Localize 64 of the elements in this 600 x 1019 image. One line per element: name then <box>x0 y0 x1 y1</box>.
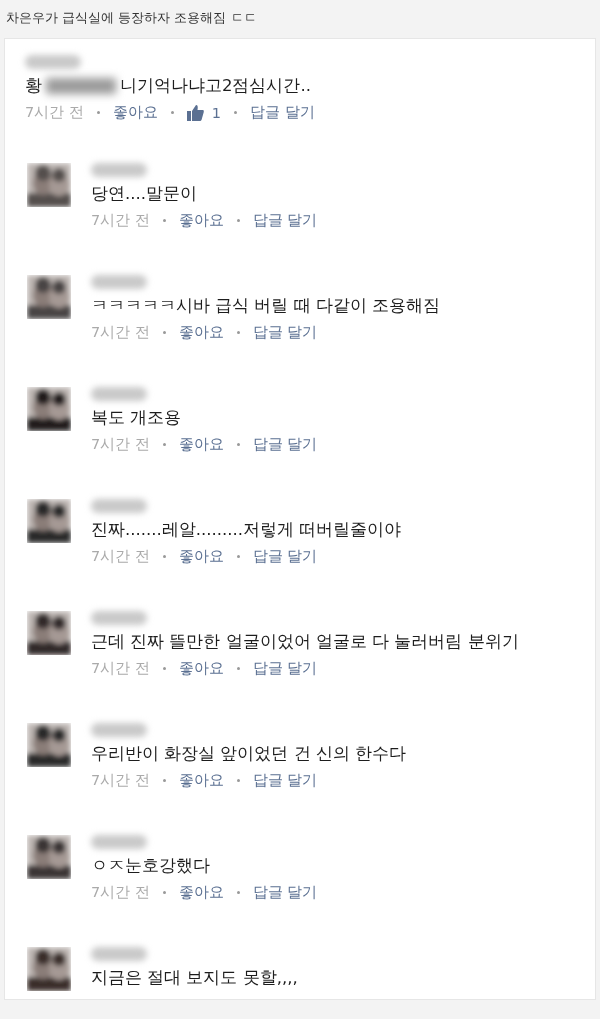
separator-dot <box>236 331 240 334</box>
separator-dot <box>162 667 166 670</box>
separator-dot <box>236 891 240 894</box>
reply-link[interactable]: 답글 달기 <box>252 547 318 566</box>
thumbs-up-icon <box>186 104 204 121</box>
name-blur <box>91 723 147 737</box>
separator-dot <box>236 219 240 222</box>
timestamp: 7시간 전 <box>91 435 150 454</box>
comment-text: 지금은 절대 보지도 못할,,,, <box>91 967 298 989</box>
separator-dot <box>162 219 166 222</box>
like-link[interactable]: 좋아요 <box>178 435 224 454</box>
separator-dot <box>162 555 166 558</box>
comment-text: 복도 개조용 <box>91 407 182 429</box>
comment-text: 우리반이 화장실 앞이었던 건 신의 한수다 <box>91 743 407 765</box>
separator-dot <box>162 331 166 334</box>
like-link[interactable]: 좋아요 <box>178 547 224 566</box>
reply-link[interactable]: 답글 달기 <box>252 435 318 454</box>
name-blur <box>91 611 147 625</box>
name-blur <box>91 275 147 289</box>
comment-text: ㅋㅋㅋㅋㅋ시바 급식 버릴 때 다같이 조용해짐 <box>91 295 441 317</box>
name-blur <box>91 947 147 961</box>
separator-dot <box>236 443 240 446</box>
timestamp: 7시간 전 <box>91 771 150 790</box>
post-title: 차은우가 급식실에 등장하자 조용해짐 ㄷㄷ <box>5 9 258 27</box>
like-link[interactable]: 좋아요 <box>178 323 224 342</box>
comment-text: 황 <box>25 75 42 97</box>
comment-text: 당연....말문이 <box>91 183 197 205</box>
reply-link[interactable]: 답글 달기 <box>252 883 318 902</box>
separator-dot <box>162 891 166 894</box>
like-link[interactable]: 좋아요 <box>112 103 158 122</box>
text-blur <box>46 78 116 94</box>
name-blur <box>91 163 147 177</box>
comment-text: ㅇㅈ눈호강했다 <box>91 855 210 877</box>
separator-dot <box>236 667 240 670</box>
reply-link[interactable]: 답글 달기 <box>250 103 315 122</box>
reply-link[interactable]: 답글 달기 <box>252 771 318 790</box>
comment-text: 근데 진짜 뜰만한 얼굴이었어 얼굴로 다 눌러버림 분위기 <box>91 631 519 653</box>
like-link[interactable]: 좋아요 <box>178 659 224 678</box>
separator-dot <box>236 779 240 782</box>
reply-link[interactable]: 답글 달기 <box>252 211 318 230</box>
like-link[interactable]: 좋아요 <box>178 883 224 902</box>
timestamp: 7시간 전 <box>25 103 84 122</box>
comment-text: 니기억나냐고2점심시간.. <box>120 75 311 97</box>
like-link[interactable]: 좋아요 <box>178 211 224 230</box>
name-blur <box>91 387 147 401</box>
timestamp: 7시간 전 <box>91 211 150 230</box>
timestamp: 7시간 전 <box>91 547 150 566</box>
name-blur <box>25 55 81 69</box>
reply-link[interactable]: 답글 달기 <box>252 323 318 342</box>
separator-dot <box>170 111 174 114</box>
name-blur <box>91 835 147 849</box>
separator-dot <box>236 555 240 558</box>
comment-text: 진짜.......레알.........저렇게 떠버릴줄이야 <box>91 519 402 541</box>
timestamp: 7시간 전 <box>91 659 150 678</box>
separator-dot <box>162 779 166 782</box>
reply-link[interactable]: 답글 달기 <box>252 659 318 678</box>
separator-dot <box>234 111 238 114</box>
separator-dot <box>96 111 100 114</box>
like-link[interactable]: 좋아요 <box>178 771 224 790</box>
timestamp: 7시간 전 <box>91 323 150 342</box>
name-blur <box>91 499 147 513</box>
like-count: 1 <box>211 104 222 121</box>
separator-dot <box>162 443 166 446</box>
timestamp: 7시간 전 <box>91 883 150 902</box>
